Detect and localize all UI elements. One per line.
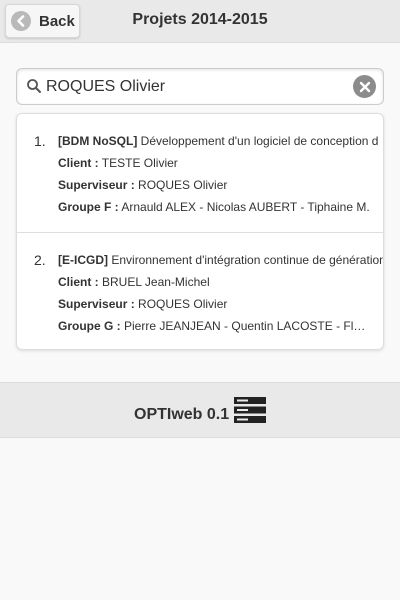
item-title: [BDM NoSQL] Développement d'un logiciel … [58, 134, 378, 148]
client-value: TESTE Olivier [101, 156, 178, 170]
item-number: 1. [34, 133, 46, 149]
item-title-text: Développement d'un logiciel de conceptio… [140, 134, 379, 148]
supervisor-label: Superviseur : [58, 297, 135, 311]
supervisor-value: ROQUES Olivier [138, 297, 228, 311]
list-item[interactable]: 2. [E-ICGD] Environnement d'intégration … [17, 232, 384, 349]
supervisor-label: Superviseur : [58, 178, 135, 192]
group-value: Arnauld ALEX - Nicolas AUBERT - Tiphaine… [121, 200, 370, 214]
client-value: BRUEL Jean-Michel [102, 275, 210, 289]
item-tag: [BDM NoSQL] [58, 134, 138, 148]
clear-icon[interactable] [353, 75, 376, 98]
item-supervisor: Superviseur : ROQUES Olivier [58, 297, 227, 311]
group-label: Groupe F : [58, 200, 119, 214]
item-group: Groupe F : Arnauld ALEX - Nicolas AUBERT… [58, 200, 370, 214]
search-box [16, 68, 384, 105]
client-label: Client : [58, 275, 99, 289]
item-title-text: Environnement d'intégration continue de … [111, 253, 384, 267]
item-group: Groupe G : Pierre JEANJEAN - Quentin LAC… [58, 319, 370, 333]
item-client: Client : BRUEL Jean-Michel [58, 275, 210, 289]
item-number: 2. [34, 252, 46, 268]
server-icon [233, 396, 267, 424]
group-value: Pierre JEANJEAN - Quentin LACOSTE - Flor… [124, 319, 370, 333]
search-icon [26, 78, 42, 94]
footer-bar: OPTIweb 0.1 [0, 382, 400, 438]
header-bar: Back Projets 2014-2015 [0, 0, 400, 43]
footer-app-name: OPTIweb 0.1 [134, 406, 230, 423]
client-label: Client : [58, 156, 99, 170]
item-supervisor: Superviseur : ROQUES Olivier [58, 178, 227, 192]
group-label: Groupe G : [58, 319, 121, 333]
list-item[interactable]: 1. [BDM NoSQL] Développement d'un logici… [17, 114, 383, 232]
page: Back Projets 2014-2015 1. [BDM NoSQL] Dé… [0, 0, 400, 600]
item-tag: [E-ICGD] [58, 253, 108, 267]
results-list: 1. [BDM NoSQL] Développement d'un logici… [16, 113, 384, 350]
item-title: [E-ICGD] Environnement d'intégration con… [58, 253, 384, 267]
page-title: Projets 2014-2015 [132, 11, 268, 28]
search-input[interactable] [46, 73, 346, 100]
supervisor-value: ROQUES Olivier [138, 178, 228, 192]
item-client: Client : TESTE Olivier [58, 156, 178, 170]
